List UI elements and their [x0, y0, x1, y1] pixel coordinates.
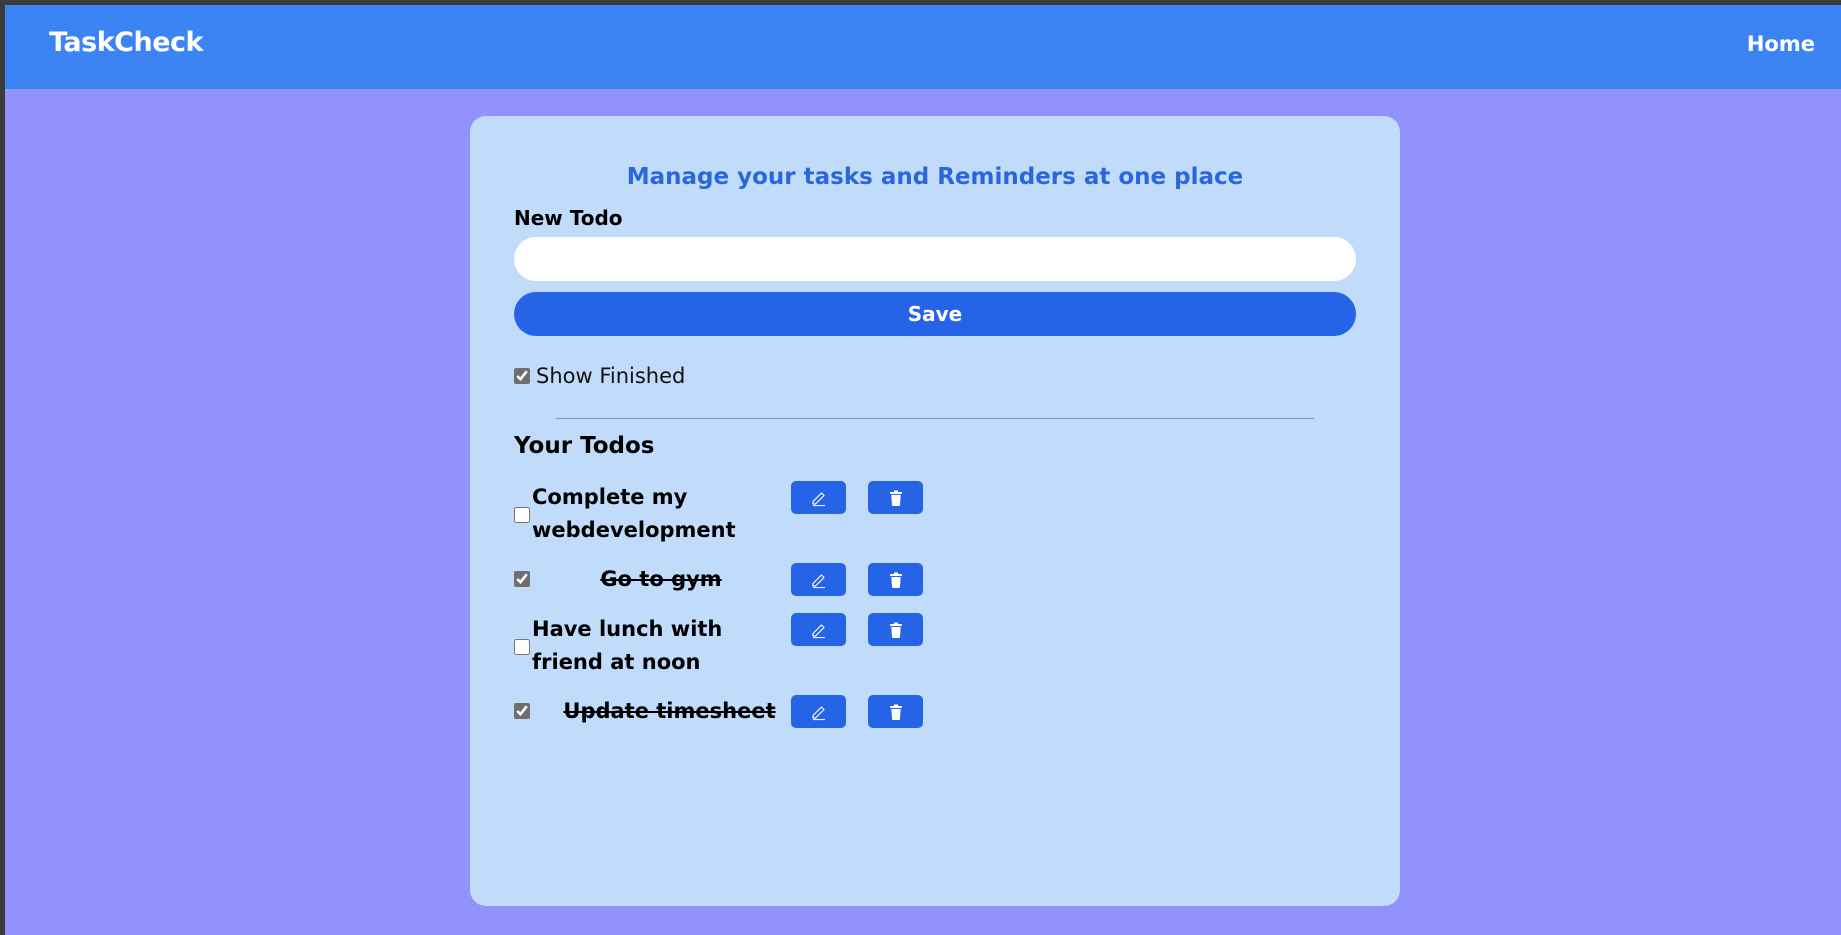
show-finished-label: Show Finished — [536, 364, 686, 388]
pencil-icon — [810, 703, 828, 721]
trash-icon — [887, 489, 905, 507]
todo-checkbox[interactable] — [514, 639, 530, 655]
todo-checkbox[interactable] — [514, 703, 530, 719]
show-finished-checkbox[interactable] — [514, 368, 530, 384]
brand-logo[interactable]: TaskCheck — [49, 27, 204, 58]
todo-text: Have lunch with friend at noon — [532, 617, 723, 674]
todo-checkbox[interactable] — [514, 571, 530, 587]
todo-item: Complete my webdevelopment — [514, 481, 934, 547]
page-tagline: Manage your tasks and Reminders at one p… — [626, 164, 1244, 190]
todo-text: Update timesheet — [563, 699, 776, 723]
save-button[interactable]: Save — [514, 292, 1356, 336]
pencil-icon — [810, 621, 828, 639]
new-todo-label: New Todo — [514, 206, 623, 230]
pencil-icon — [810, 571, 828, 589]
navbar: TaskCheck Home — [5, 5, 1841, 89]
delete-button[interactable] — [868, 481, 923, 514]
todo-text: Complete my webdevelopment — [532, 485, 736, 542]
delete-button[interactable] — [868, 695, 923, 728]
nav-home-link[interactable]: Home — [1747, 32, 1815, 56]
edit-button[interactable] — [791, 695, 846, 728]
edit-button[interactable] — [791, 563, 846, 596]
todo-item: Update timesheet — [514, 695, 934, 728]
todos-heading: Your Todos — [514, 433, 655, 459]
divider — [556, 418, 1314, 419]
todo-card: Manage your tasks and Reminders at one p… — [470, 116, 1400, 906]
todo-text: Go to gym — [600, 567, 722, 591]
trash-icon — [887, 571, 905, 589]
trash-icon — [887, 621, 905, 639]
new-todo-input[interactable] — [514, 237, 1356, 281]
todo-item: Go to gym — [514, 563, 934, 596]
todo-item: Have lunch with friend at noon — [514, 613, 934, 679]
edit-button[interactable] — [791, 481, 846, 514]
pencil-icon — [810, 489, 828, 507]
edit-button[interactable] — [791, 613, 846, 646]
todo-checkbox[interactable] — [514, 507, 530, 523]
delete-button[interactable] — [868, 613, 923, 646]
delete-button[interactable] — [868, 563, 923, 596]
trash-icon — [887, 703, 905, 721]
show-finished-toggle: Show Finished — [514, 364, 685, 388]
app-root: TaskCheck Home Manage your tasks and Rem… — [5, 5, 1841, 935]
